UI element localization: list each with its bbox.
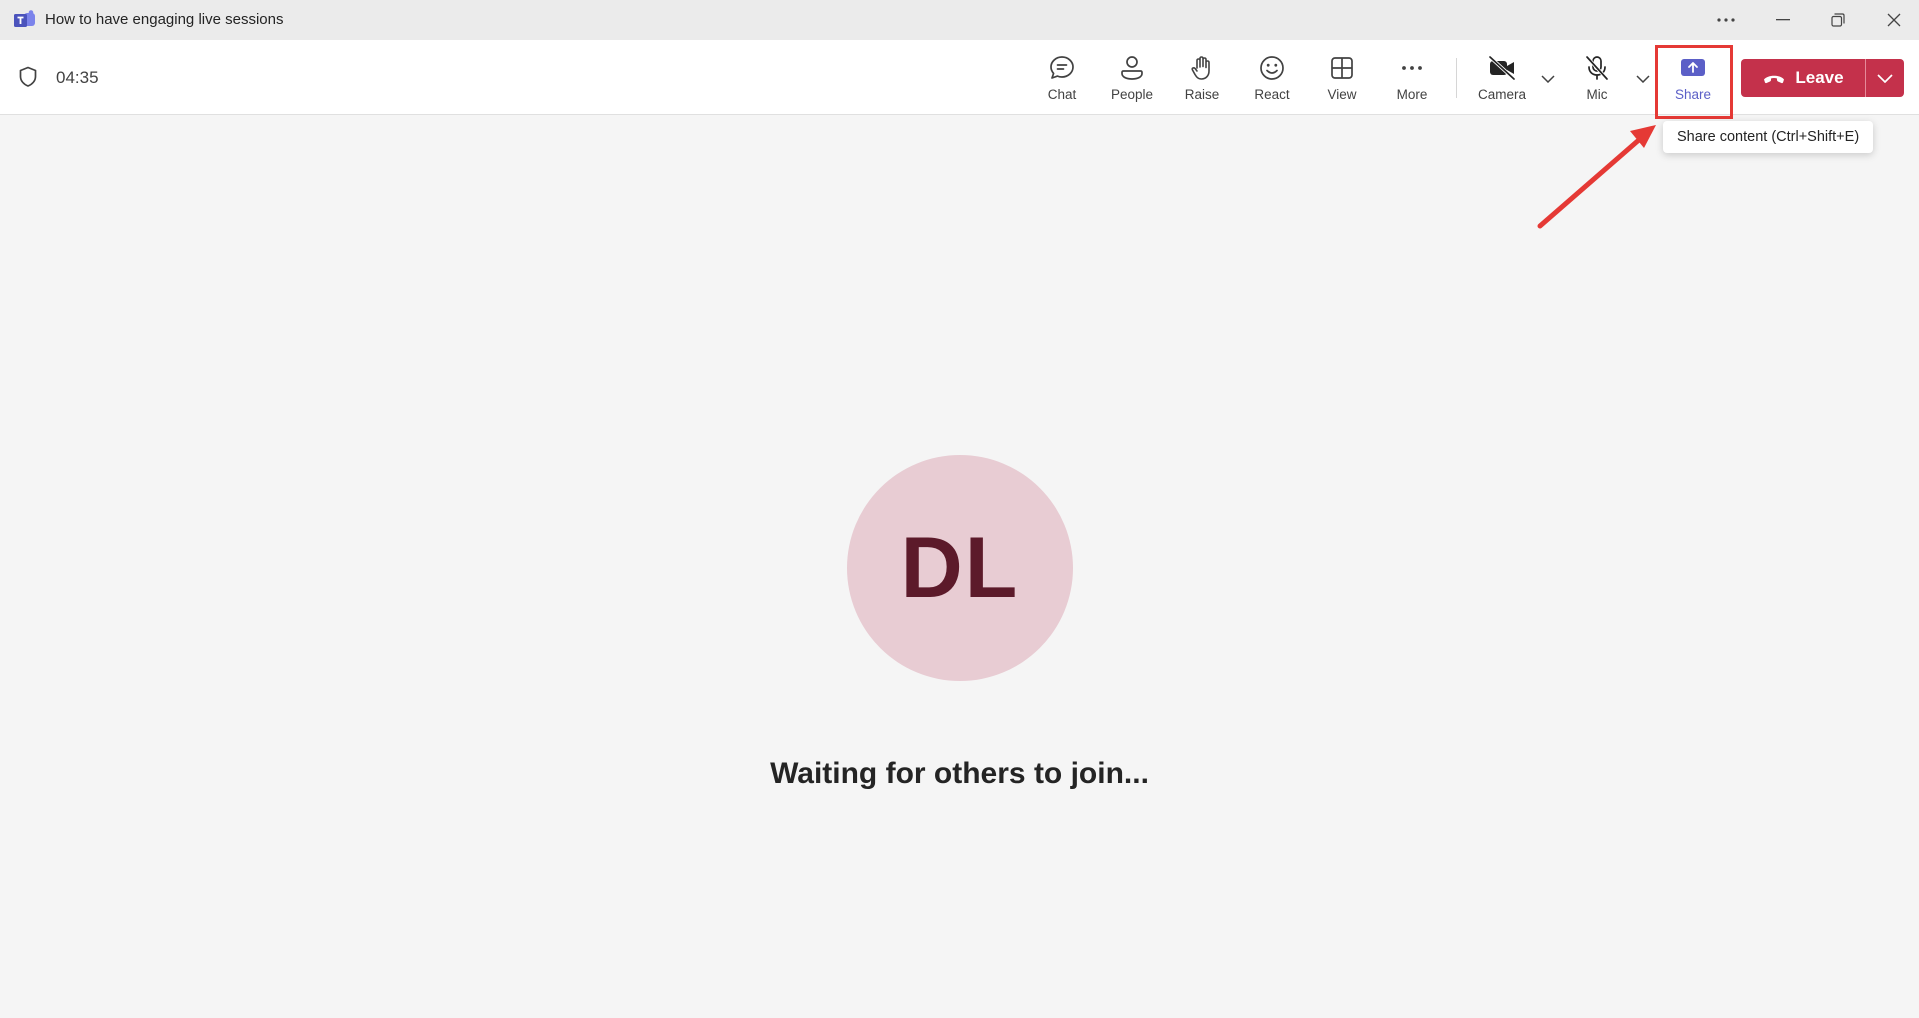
close-icon[interactable]	[1870, 0, 1918, 40]
smiley-icon	[1257, 53, 1287, 83]
raise-hand-icon	[1187, 53, 1217, 83]
mic-label: Mic	[1586, 87, 1608, 102]
camera-options-chevron-icon[interactable]	[1537, 68, 1559, 90]
meeting-toolbar: 04:35 Chat People Raise React View More …	[0, 40, 1919, 115]
more-options-icon[interactable]	[1702, 0, 1750, 40]
camera-off-icon	[1487, 53, 1517, 83]
more-icon	[1397, 53, 1427, 83]
react-button[interactable]: React	[1240, 50, 1304, 106]
camera-label: Camera	[1477, 87, 1526, 102]
meeting-timer: 04:35	[56, 68, 99, 87]
mic-off-icon	[1582, 53, 1612, 83]
chat-icon	[1047, 53, 1077, 83]
mic-options-chevron-icon[interactable]	[1632, 68, 1654, 90]
raise-hand-button[interactable]: Raise	[1170, 50, 1234, 106]
title-bar: How to have engaging live sessions	[0, 0, 1919, 40]
grid-view-icon	[1327, 53, 1357, 83]
minimize-icon[interactable]	[1759, 0, 1807, 40]
annotation-arrow-icon	[1537, 125, 1656, 229]
more-button[interactable]: More	[1380, 50, 1444, 106]
raise-label: Raise	[1184, 87, 1220, 102]
more-label: More	[1396, 87, 1428, 102]
chat-button[interactable]: Chat	[1030, 50, 1094, 106]
avatar-initials: DL	[900, 519, 1020, 616]
leave-options-chevron-icon[interactable]	[1866, 59, 1904, 97]
react-label: React	[1254, 87, 1290, 102]
leave-button-group: Leave	[1741, 59, 1904, 97]
share-label: Share	[1674, 87, 1712, 102]
restore-icon[interactable]	[1814, 0, 1862, 40]
leave-button[interactable]: Leave	[1741, 59, 1865, 97]
chat-label: Chat	[1047, 87, 1077, 102]
camera-button[interactable]: Camera	[1470, 50, 1534, 106]
view-label: View	[1327, 87, 1357, 102]
shield-icon	[18, 66, 38, 88]
view-button[interactable]: View	[1310, 50, 1374, 106]
teams-logo-icon	[14, 10, 36, 30]
share-tooltip: Share content (Ctrl+Shift+E)	[1663, 121, 1874, 153]
share-button[interactable]: Share	[1661, 50, 1725, 106]
people-button[interactable]: People	[1100, 50, 1164, 106]
share-screen-icon	[1678, 53, 1708, 83]
people-icon	[1117, 53, 1147, 83]
mic-button[interactable]: Mic	[1565, 50, 1629, 106]
avatar: DL	[847, 455, 1073, 681]
toolbar-divider	[1456, 58, 1457, 98]
window-title: How to have engaging live sessions	[45, 11, 284, 28]
waiting-message: Waiting for others to join...	[770, 757, 1149, 790]
hang-up-icon	[1764, 75, 1785, 84]
leave-label: Leave	[1795, 68, 1844, 87]
people-label: People	[1110, 87, 1154, 102]
